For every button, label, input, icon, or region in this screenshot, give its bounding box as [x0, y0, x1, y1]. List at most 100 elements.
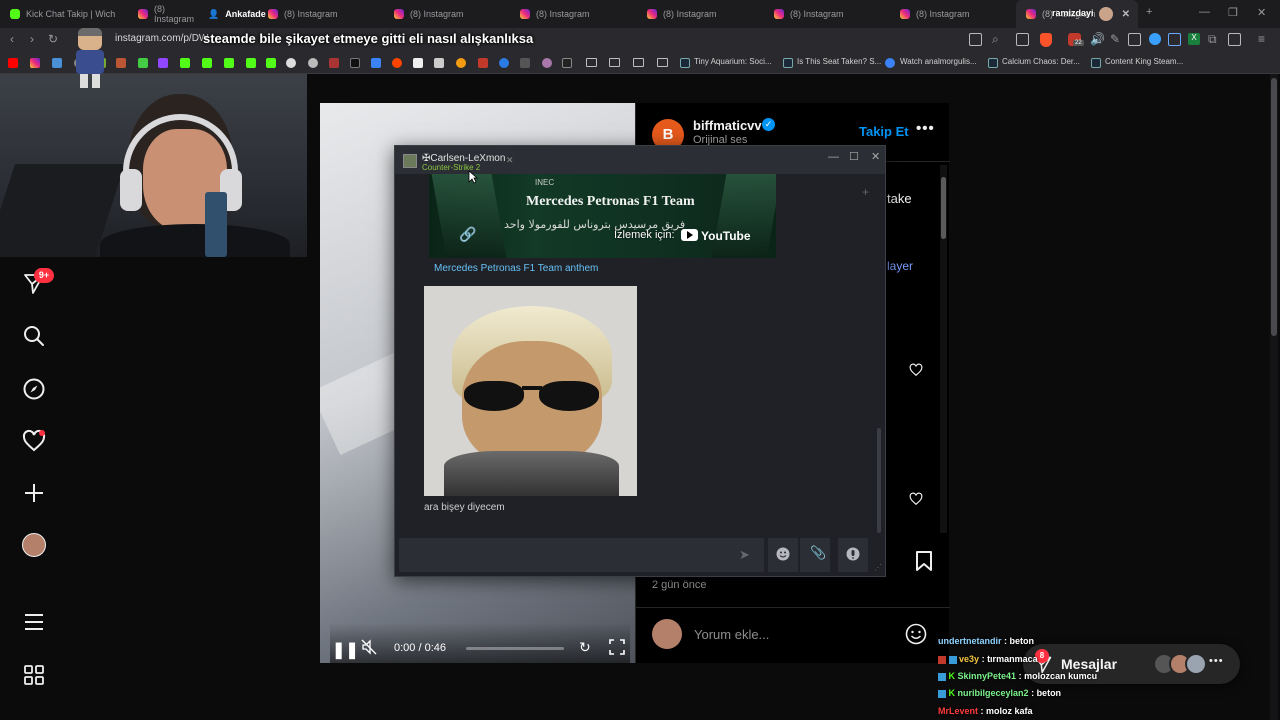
close-window-icon[interactable]: ✕ [1257, 6, 1266, 19]
share-icon[interactable] [1016, 33, 1029, 46]
bookmark-link[interactable]: Watch analmorgulis... [900, 57, 977, 66]
tab-instagram[interactable]: (8) Instagram [890, 0, 1016, 28]
instagram-icon[interactable] [30, 58, 40, 68]
close-tab-icon[interactable]: ✕ [506, 155, 514, 166]
save-bookmark-icon[interactable] [914, 550, 934, 572]
resize-handle-icon[interactable]: ⋰ [874, 563, 882, 572]
bookmark-link[interactable]: Tiny Aquarium: Soci... [694, 57, 772, 66]
bookmark-icon[interactable] [52, 58, 62, 68]
bookmark-icon[interactable] [116, 58, 126, 68]
menu-icon[interactable]: ≡ [1258, 32, 1265, 46]
tab-instagram[interactable]: (8) Instagram [384, 0, 510, 28]
tab-instagram[interactable]: (8) Instagram [510, 0, 636, 28]
tab-instagram[interactable]: (8) Instagram [637, 0, 763, 28]
tab-instagram[interactable]: (8) Instagram [128, 0, 200, 28]
zoom-icon[interactable]: ⌕ [992, 32, 999, 47]
search-icon[interactable] [22, 324, 46, 348]
twitch-icon[interactable] [158, 58, 168, 68]
rotate-icon[interactable]: ↻ [579, 639, 591, 656]
tab-kick-chat[interactable]: Kick Chat Takip | Wich [0, 0, 128, 28]
cat-image[interactable] [424, 286, 637, 496]
notifications-heart-icon[interactable] [22, 429, 46, 453]
tab-instagram[interactable]: (8) Instagram [764, 0, 890, 28]
bookmark-icon[interactable] [138, 58, 148, 68]
mute-icon[interactable] [361, 639, 377, 655]
link-icon[interactable]: 🔗 [459, 226, 476, 243]
like-comment-heart-icon[interactable] [909, 363, 923, 377]
pause-icon[interactable]: ❚❚ [332, 640, 359, 660]
kick-icon[interactable] [180, 58, 190, 68]
minimize-icon[interactable]: — [828, 151, 839, 163]
chat-input[interactable] [399, 538, 764, 572]
scrollbar-thumb[interactable] [941, 177, 946, 239]
bookmark-link[interactable]: Content King Steam... [1105, 57, 1183, 66]
folder-icon[interactable] [609, 58, 620, 67]
bookmark-icon[interactable] [434, 58, 444, 68]
bookmark-icon[interactable] [371, 58, 381, 68]
close-tab-icon[interactable]: ✕ [1122, 9, 1130, 20]
contact-avatar[interactable] [403, 154, 417, 168]
caption-link[interactable]: layer [887, 259, 913, 273]
bookmark-icon[interactable] [413, 58, 423, 68]
page-scrollbar[interactable] [1270, 74, 1278, 720]
link-title[interactable]: Mercedes Petronas F1 Team anthem [434, 263, 598, 274]
excel-icon[interactable]: X [1188, 33, 1200, 45]
close-window-icon[interactable]: ✕ [871, 150, 880, 163]
folder-icon[interactable] [633, 58, 644, 67]
extension-icon[interactable] [1168, 33, 1181, 46]
bookmark-icon[interactable] [478, 58, 488, 68]
url-field[interactable]: instagram.com/p/DW [115, 33, 208, 44]
bookmark-icon[interactable] [308, 58, 318, 68]
bookmark-icon[interactable] [499, 58, 509, 68]
kick-icon[interactable] [266, 58, 276, 68]
translate-icon[interactable]: 🔊 [1090, 32, 1105, 46]
bookmark-icon[interactable] [542, 58, 552, 68]
pen-icon[interactable]: ✎ [1110, 32, 1120, 46]
apps-grid-icon[interactable] [22, 663, 46, 687]
bookmark-icon[interactable] [456, 58, 466, 68]
reload-icon[interactable]: ↻ [48, 32, 58, 46]
comment-input[interactable]: Yorum ekle... [694, 627, 769, 642]
brave-shield-icon[interactable] [1040, 33, 1052, 47]
minimize-icon[interactable]: — [1199, 6, 1210, 18]
extension-icon[interactable] [1149, 33, 1161, 45]
kick-icon[interactable] [202, 58, 212, 68]
youtube-icon[interactable] [8, 58, 18, 68]
kick-icon[interactable] [246, 58, 256, 68]
puzzle-icon[interactable]: ⧉ [1208, 32, 1217, 47]
fullscreen-icon[interactable] [609, 639, 625, 655]
add-friend-icon[interactable]: + [862, 185, 869, 199]
bookmark-icon[interactable] [562, 58, 572, 68]
youtube-embed[interactable]: INEC Mercedes Petronas F1 Team فريق مرسي… [429, 174, 776, 258]
back-icon[interactable]: ‹ [10, 32, 14, 46]
folder-icon[interactable] [657, 58, 668, 67]
follow-button[interactable]: Takip Et [859, 124, 909, 139]
more-options-icon[interactable]: ••• [916, 120, 935, 137]
anchor-icon[interactable] [286, 58, 296, 68]
explore-icon[interactable] [22, 377, 46, 401]
bookmark-link[interactable]: Is This Seat Taken? S... [797, 57, 881, 66]
scrollbar-thumb[interactable] [1271, 78, 1277, 336]
emoji-icon[interactable] [905, 623, 927, 645]
comments-scrollbar[interactable] [940, 165, 947, 533]
extension-icon[interactable] [1128, 33, 1141, 46]
maximize-icon[interactable]: ☐ [849, 150, 859, 163]
menu-icon[interactable] [22, 610, 46, 634]
send-icon[interactable]: ➤ [739, 547, 750, 563]
video-scrubber[interactable] [466, 647, 564, 650]
screen-cast-icon[interactable] [969, 33, 982, 46]
bookmark-icon[interactable] [329, 58, 339, 68]
profile-avatar[interactable] [22, 533, 46, 557]
tab-instagram[interactable]: (8) Instagram [258, 0, 384, 28]
tab-ankafade[interactable]: 👤 Ankafade [198, 0, 266, 28]
new-tab-icon[interactable]: + [1146, 6, 1152, 18]
forward-icon[interactable]: › [30, 32, 34, 46]
reddit-icon[interactable] [392, 58, 402, 68]
folder-icon[interactable] [586, 58, 597, 67]
chat-scrollbar[interactable] [877, 428, 881, 533]
create-plus-icon[interactable] [22, 481, 46, 505]
tab-instagram-active[interactable]: (8) Instagram ramizdayi ✕ [1016, 0, 1138, 28]
like-comment-heart-icon[interactable] [909, 492, 923, 506]
x-icon[interactable] [350, 58, 360, 68]
more-options-icon[interactable]: ••• [1209, 655, 1224, 667]
